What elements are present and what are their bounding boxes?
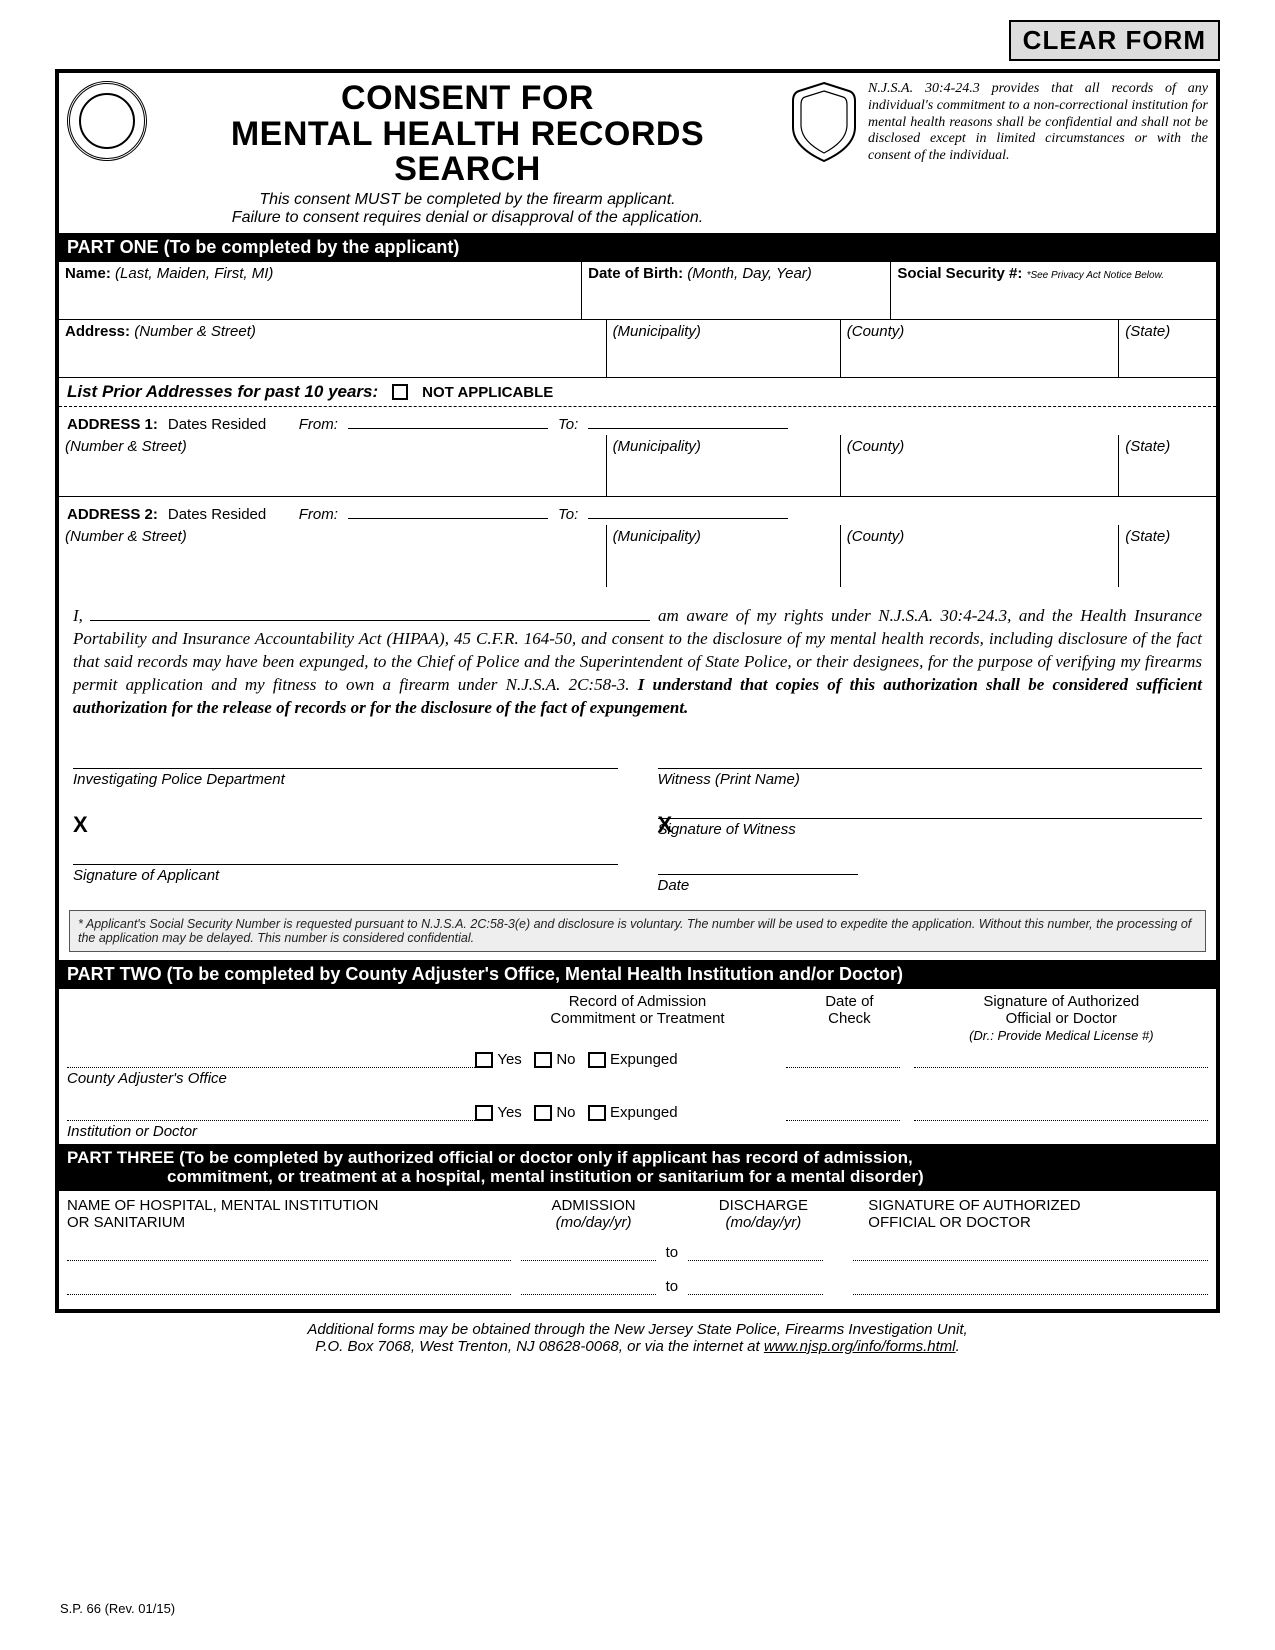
state-field[interactable]: (State) — [1119, 320, 1216, 378]
not-applicable-checkbox[interactable] — [392, 384, 408, 400]
dates-resided-label: Dates Resided — [168, 416, 266, 433]
footer-link[interactable]: www.njsp.org/info/forms.html — [764, 1338, 956, 1355]
part-one-header: PART ONE (To be completed by the applica… — [59, 233, 1216, 262]
ssn-privacy-notice: * Applicant's Social Security Number is … — [69, 910, 1206, 952]
p3-r1-hospital-field[interactable] — [67, 1239, 511, 1261]
state-seal-icon — [67, 81, 147, 161]
institution-line[interactable] — [67, 1119, 475, 1121]
cao-no-checkbox[interactable] — [534, 1052, 552, 1068]
part-two-header: PART TWO (To be completed by County Adju… — [59, 960, 1216, 989]
addr2-from-field[interactable] — [348, 503, 548, 519]
addr2-county-field[interactable]: (County) — [841, 525, 1119, 587]
form-frame: CONSENT FOR MENTAL HEALTH RECORDS SEARCH… — [55, 69, 1220, 1313]
date-field[interactable]: Date — [658, 874, 858, 894]
p3-r2-signature-field[interactable] — [853, 1273, 1208, 1295]
form-title: CONSENT FOR MENTAL HEALTH RECORDS SEARCH — [155, 81, 780, 188]
county-adjuster-label: County Adjuster's Office — [59, 1070, 1216, 1097]
to-label-2: to — [666, 1278, 679, 1295]
municipality-field[interactable]: (Municipality) — [607, 320, 841, 378]
county-field[interactable]: (County) — [841, 320, 1119, 378]
addr2-muni-field[interactable]: (Municipality) — [607, 525, 841, 587]
form-subtitle-2: Failure to consent requires denial or di… — [155, 209, 780, 227]
witness-signature-field[interactable]: Signature of Witness — [658, 818, 1203, 838]
addr1-county-field[interactable]: (County) — [841, 435, 1119, 497]
p3-r2-admission-field[interactable] — [521, 1273, 656, 1295]
witness-print-field[interactable]: Witness (Print Name) — [658, 768, 1203, 788]
cao-exp-checkbox[interactable] — [588, 1052, 606, 1068]
not-applicable-label: NOT APPLICABLE — [422, 384, 553, 401]
ssn-field[interactable]: Social Security #: *See Privacy Act Noti… — [891, 262, 1216, 320]
form-number: S.P. 66 (Rev. 01/15) — [60, 1601, 175, 1616]
to-label: to — [666, 1244, 679, 1261]
applicant-signature-field[interactable]: Signature of Applicant — [73, 864, 618, 884]
addr1-to-field[interactable] — [588, 413, 788, 429]
cao-signature-field[interactable] — [914, 1046, 1208, 1068]
addr2-street-field[interactable]: (Number & Street) — [59, 525, 607, 587]
cao-yes-checkbox[interactable] — [475, 1052, 493, 1068]
addr1-street-field[interactable]: (Number & Street) — [59, 435, 607, 497]
investigating-dept-field[interactable]: Investigating Police Department — [73, 768, 618, 788]
footer-text: Additional forms may be obtained through… — [55, 1321, 1220, 1355]
addr2-to-field[interactable] — [588, 503, 788, 519]
p3-r1-admission-field[interactable] — [521, 1239, 656, 1261]
p3-r1-signature-field[interactable] — [853, 1239, 1208, 1261]
p3-r2-hospital-field[interactable] — [67, 1273, 511, 1295]
prior-addresses-label: List Prior Addresses for past 10 years: — [67, 382, 378, 402]
legal-notice: N.J.S.A. 30:4-24.3 provides that all rec… — [868, 81, 1208, 165]
addr1-from-field[interactable] — [348, 413, 548, 429]
address-field[interactable]: Address: (Number & Street) — [59, 320, 607, 378]
cao-date-field[interactable] — [786, 1046, 900, 1068]
form-subtitle-1: This consent MUST be completed by the fi… — [155, 191, 780, 209]
addr1-muni-field[interactable]: (Municipality) — [607, 435, 841, 497]
name-field[interactable]: Name: (Last, Maiden, First, MI) — [59, 262, 582, 320]
inst-date-field[interactable] — [786, 1099, 900, 1121]
inst-no-checkbox[interactable] — [534, 1105, 552, 1121]
inst-yes-checkbox[interactable] — [475, 1105, 493, 1121]
institution-label: Institution or Doctor — [59, 1123, 1216, 1144]
consent-statement: I, am aware of my rights under N.J.S.A. … — [59, 587, 1216, 726]
inst-exp-checkbox[interactable] — [588, 1105, 606, 1121]
njsp-badge-icon — [788, 81, 860, 163]
clear-form-button[interactable]: CLEAR FORM — [1009, 20, 1220, 61]
county-adjuster-line[interactable] — [67, 1066, 475, 1068]
consent-name-field[interactable] — [90, 607, 650, 621]
p3-r1-discharge-field[interactable] — [688, 1239, 823, 1261]
addr2-state-field[interactable]: (State) — [1119, 525, 1216, 587]
dob-field[interactable]: Date of Birth: (Month, Day, Year) — [582, 262, 891, 320]
part-three-header: PART THREE (To be completed by authorize… — [59, 1144, 1216, 1191]
address2-label: ADDRESS 2: — [67, 506, 158, 523]
address1-label: ADDRESS 1: — [67, 416, 158, 433]
inst-signature-field[interactable] — [914, 1099, 1208, 1121]
addr1-state-field[interactable]: (State) — [1119, 435, 1216, 497]
dates-resided-label-2: Dates Resided — [168, 506, 266, 523]
p3-r2-discharge-field[interactable] — [688, 1273, 823, 1295]
